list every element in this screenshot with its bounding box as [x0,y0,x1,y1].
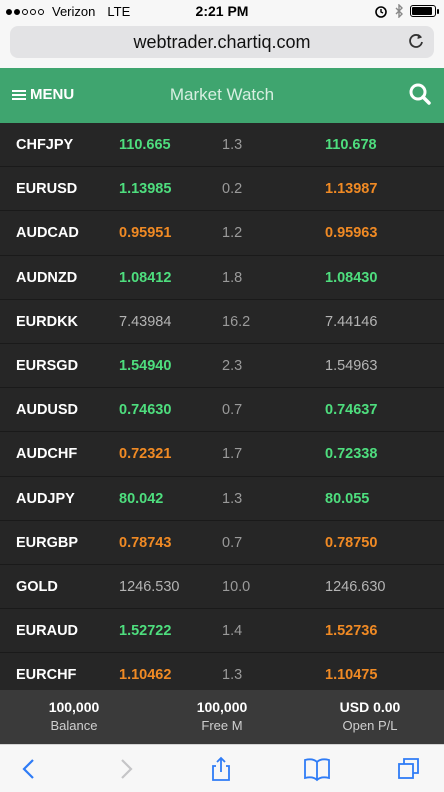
symbol-cell: EURSGD [16,357,79,374]
market-row[interactable]: AUDJPY 80.042 1.3 80.055 [0,477,444,521]
page-title: Market Watch [169,85,275,104]
market-row[interactable]: EURUSD 1.13985 0.2 1.13987 [0,167,444,212]
ask-price[interactable]: 1.52736 [325,623,377,639]
spread-value[interactable]: 1.7 [222,446,242,462]
spread-value[interactable]: 10.0 [222,579,250,595]
bid-price[interactable]: 1.08412 [119,270,171,286]
market-row[interactable]: AUDNZD 1.08412 1.8 1.08430 [0,256,444,300]
market-row[interactable]: CHFJPY 110.665 1.3 110.678 [0,123,444,168]
status-bar: Verizon LTE 2:21 PM [0,0,444,22]
address-bar[interactable]: webtrader.chartiq.com [10,26,434,58]
bid-price[interactable]: 110.665 [119,137,171,153]
search-icon[interactable] [408,82,432,106]
spread-value[interactable]: 0.2 [222,181,242,197]
market-row[interactable]: EURDKK 7.43984 16.2 7.44146 [0,300,444,344]
tabs-icon[interactable] [396,756,422,782]
bid-price[interactable]: 1246.530 [119,579,179,595]
symbol-cell: AUDCAD [16,225,79,242]
symbol-cell: EURCHF [16,667,77,684]
spread-value[interactable]: 1.2 [222,225,242,241]
market-row[interactable]: EURAUD 1.52722 1.4 1.52736 [0,609,444,654]
symbol-cell: AUDCHF [16,446,78,463]
symbol-cell: AUDJPY [16,490,75,507]
balance-item: 100,000 Balance [0,699,148,733]
bid-price[interactable]: 0.95951 [119,225,171,241]
open-pl-item: USD 0.00 Open P/L [296,699,444,733]
symbol-cell: AUDUSD [16,402,79,419]
spread-value[interactable]: 1.3 [222,137,242,153]
forward-icon[interactable] [113,756,139,782]
balance-value: 100,000 [48,699,100,715]
symbol-cell: EURUSD [16,181,78,198]
app-header: MENU Market Watch [0,68,444,123]
symbol-cell: EURAUD [16,623,79,640]
spread-value[interactable]: 1.4 [222,623,242,639]
symbol-cell: EURGBP [16,534,79,551]
ask-price[interactable]: 0.74637 [325,402,377,418]
market-row[interactable]: EURCHF 1.10462 1.3 1.10475 [0,653,444,690]
bid-price[interactable]: 1.13985 [119,181,171,197]
bid-price[interactable]: 0.78743 [119,535,171,551]
ask-price[interactable]: 0.72338 [325,446,377,462]
ask-price[interactable]: 110.678 [325,137,377,153]
symbol-cell: CHFJPY [16,137,74,153]
ask-price[interactable]: 1.54963 [325,358,377,374]
spread-value[interactable]: 1.3 [222,491,242,507]
bid-price[interactable]: 80.042 [119,491,163,507]
status-right [374,4,439,18]
ask-price[interactable]: 1.08430 [325,270,377,286]
bid-price[interactable]: 0.72321 [119,446,171,462]
open-pl-value: USD 0.00 [339,699,401,715]
share-icon[interactable] [208,756,234,782]
balance-label: Balance [50,718,98,733]
market-row[interactable]: AUDCAD 0.95951 1.2 0.95963 [0,211,444,256]
market-row[interactable]: AUDCHF 0.72321 1.7 0.72338 [0,432,444,477]
spread-value[interactable]: 0.7 [222,535,242,551]
bid-price[interactable]: 0.74630 [119,402,171,418]
free-margin-item: 100,000 Free M [148,699,296,733]
open-pl-label: Open P/L [342,718,398,733]
bookmarks-icon[interactable] [302,756,332,782]
ask-price[interactable]: 1.10475 [325,667,377,683]
url-text[interactable]: webtrader.chartiq.com [10,32,434,53]
bid-price[interactable]: 1.54940 [119,358,171,374]
battery-icon [410,5,439,17]
ask-price[interactable]: 7.44146 [325,314,377,330]
bluetooth-icon [395,4,403,18]
bid-price[interactable]: 7.43984 [119,314,171,330]
free-margin-value: 100,000 [196,699,248,715]
reload-icon[interactable] [406,31,426,51]
market-row[interactable]: EURSGD 1.54940 2.3 1.54963 [0,344,444,389]
free-margin-label: Free M [201,718,243,733]
ask-price[interactable]: 0.78750 [325,535,377,551]
market-watch-list[interactable]: CHFJPY 110.665 1.3 110.678 EURUSD 1.13985 0.2 1… [0,123,444,690]
spread-value[interactable]: 16.2 [222,314,250,330]
market-row[interactable]: EURGBP 0.78743 0.7 0.78750 [0,521,444,565]
alarm-icon [375,6,387,18]
ask-price[interactable]: 80.055 [325,491,369,507]
browser-toolbar [0,744,444,792]
back-icon[interactable] [16,756,42,782]
bid-price[interactable]: 1.52722 [119,623,171,639]
ask-price[interactable]: 1.13987 [325,181,377,197]
bid-price[interactable]: 1.10462 [119,667,171,683]
symbol-cell: EURDKK [16,313,79,330]
spread-value[interactable]: 1.3 [222,667,242,683]
ask-price[interactable]: 1246.630 [325,579,385,595]
spread-value[interactable]: 0.7 [222,402,242,418]
market-row[interactable]: GOLD 1246.530 10.0 1246.630 [0,565,444,610]
market-row[interactable]: AUDUSD 0.74630 0.7 0.74637 [0,388,444,433]
ask-price[interactable]: 0.95963 [325,225,377,241]
symbol-cell: AUDNZD [16,269,78,286]
symbol-cell: GOLD [16,578,58,595]
spread-value[interactable]: 2.3 [222,358,242,374]
spread-value[interactable]: 1.8 [222,270,242,286]
account-summary: 100,000 Balance 100,000 Free M USD 0.00 … [0,690,444,744]
